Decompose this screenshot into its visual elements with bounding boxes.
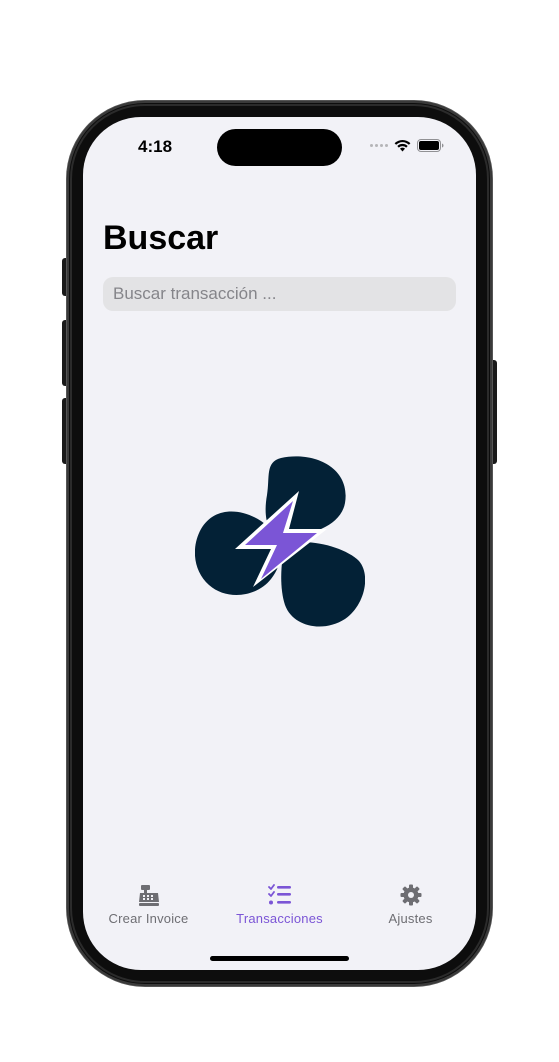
tab-label: Transacciones <box>236 911 323 926</box>
search-input[interactable] <box>103 277 456 311</box>
wifi-icon <box>394 139 411 152</box>
device-mockup: 4:18 Buscar Buscar transacción ... Crear… <box>0 0 559 1062</box>
tab-crear-invoice[interactable]: Crear Invoice <box>89 880 209 940</box>
tab-ajustes[interactable]: Ajustes <box>351 880 471 940</box>
list-check-icon <box>267 880 292 906</box>
tab-label: Crear Invoice <box>108 911 189 926</box>
tab-transacciones[interactable]: Transacciones <box>220 880 340 940</box>
battery-icon <box>417 139 444 152</box>
home-indicator[interactable] <box>210 956 349 961</box>
status-time: 4:18 <box>138 137 173 156</box>
gear-icon <box>400 880 422 906</box>
page-title: Buscar <box>103 219 219 257</box>
dynamic-island <box>217 129 342 166</box>
tab-bar: Crear Invoice Transacciones Ajustes <box>83 880 476 940</box>
cellular-signal-icon <box>370 144 388 147</box>
cash-register-icon <box>138 880 160 906</box>
status-icons <box>370 139 444 152</box>
tab-label: Ajustes <box>388 911 433 926</box>
app-logo <box>195 456 365 627</box>
screen: 4:18 Buscar Buscar transacción ... Crear… <box>83 117 476 970</box>
